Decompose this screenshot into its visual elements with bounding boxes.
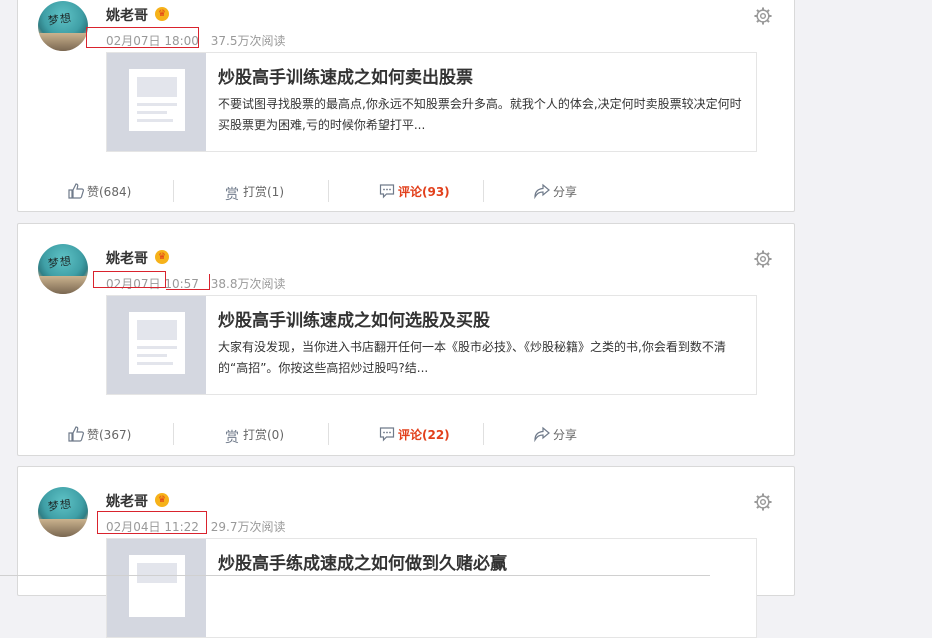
- avatar[interactable]: 梦想: [38, 487, 88, 537]
- article-title[interactable]: 炒股高手训练速成之如何卖出股票: [218, 63, 473, 88]
- avatar[interactable]: 梦想: [38, 244, 88, 294]
- article-title[interactable]: 炒股高手训练速成之如何选股及买股: [218, 306, 490, 331]
- gear-icon[interactable]: [754, 7, 772, 25]
- time-highlight-box: [86, 27, 199, 48]
- read-count: 37.5万次阅读: [210, 34, 286, 48]
- share-icon: [534, 426, 550, 442]
- avatar-text: 梦想: [47, 11, 73, 28]
- tip-label: 打赏(1): [243, 185, 284, 199]
- article-preview[interactable]: 炒股高手练成速成之如何做到久赌必赢: [106, 538, 757, 638]
- like-label: 赞(684): [87, 185, 132, 199]
- tip-icon: 赏: [225, 187, 239, 203]
- article-preview[interactable]: 炒股高手训练速成之如何选股及买股 大家有没发现，当你进入书店翻开任何一本《股市必…: [106, 295, 757, 395]
- like-icon: [68, 426, 84, 442]
- tip-button[interactable]: 赏打赏(1): [224, 180, 284, 204]
- action-bar: 赞(684) 赏打赏(1) 评论(93) 分享: [18, 180, 794, 204]
- comment-label: 评论(93): [398, 185, 450, 199]
- gear-icon[interactable]: [754, 250, 772, 268]
- author-name[interactable]: 姚老哥: [106, 5, 148, 25]
- tip-button[interactable]: 赏打赏(0): [224, 423, 284, 447]
- read-count: 29.7万次阅读: [210, 520, 286, 534]
- share-icon: [534, 183, 550, 199]
- share-button[interactable]: 分享: [534, 180, 577, 204]
- share-button[interactable]: 分享: [534, 423, 577, 447]
- post-card: 梦想 姚老哥 ♛ 02月04日 11:22 29.7万次阅读 炒股高手练成速成之…: [17, 466, 795, 638]
- avatar-text: 梦想: [47, 497, 73, 514]
- comment-label: 评论(22): [398, 428, 450, 442]
- action-bar: 赞(367) 赏打赏(0) 评论(22) 分享: [18, 423, 794, 447]
- like-icon: [68, 183, 84, 199]
- post-card: 梦想 姚老哥 ♛ 02月07日 10:57 38.8万次阅读 炒股高手训练速成之…: [17, 223, 795, 456]
- crown-icon: ♛: [155, 7, 169, 21]
- share-label: 分享: [553, 185, 578, 199]
- author-name[interactable]: 姚老哥: [106, 248, 148, 268]
- article-preview[interactable]: 炒股高手训练速成之如何卖出股票 不要试图寻找股票的最高点,你永远不知股票会升多高…: [106, 52, 757, 152]
- like-label: 赞(367): [87, 428, 132, 442]
- tip-icon: 赏: [225, 430, 239, 446]
- overlay-divider: [0, 575, 710, 576]
- article-thumbnail: [107, 539, 206, 637]
- time-highlight-box: [166, 274, 210, 290]
- tip-label: 打赏(0): [243, 428, 284, 442]
- gear-icon[interactable]: [754, 493, 772, 511]
- comment-icon: [379, 427, 395, 442]
- share-label: 分享: [553, 428, 578, 442]
- crown-icon: ♛: [155, 493, 169, 507]
- article-thumbnail: [107, 296, 206, 394]
- comment-button[interactable]: 评论(93): [379, 180, 450, 204]
- article-thumbnail: [107, 53, 206, 151]
- comment-button[interactable]: 评论(22): [379, 423, 450, 447]
- date-highlight-box: [93, 271, 166, 288]
- avatar[interactable]: 梦想: [38, 1, 88, 51]
- crown-icon: ♛: [155, 250, 169, 264]
- article-excerpt: 大家有没发现，当你进入书店翻开任何一本《股市必技》、《炒股秘籍》之类的书,你会看…: [218, 340, 726, 375]
- time-highlight-box: [97, 511, 207, 534]
- article-title[interactable]: 炒股高手练成速成之如何做到久赌必赢: [218, 549, 507, 574]
- read-count: 38.8万次阅读: [210, 277, 286, 291]
- avatar-text: 梦想: [47, 254, 73, 271]
- like-button[interactable]: 赞(684): [68, 180, 131, 204]
- article-excerpt: 不要试图寻找股票的最高点,你永远不知股票会升多高。就我个人的体会,决定何时卖股票…: [218, 97, 742, 132]
- comment-icon: [379, 184, 395, 199]
- author-name[interactable]: 姚老哥: [106, 491, 148, 511]
- like-button[interactable]: 赞(367): [68, 423, 131, 447]
- post-card: 梦想 姚老哥 ♛ 02月07日 18:00 37.5万次阅读 炒股高手训练速成之…: [17, 0, 795, 212]
